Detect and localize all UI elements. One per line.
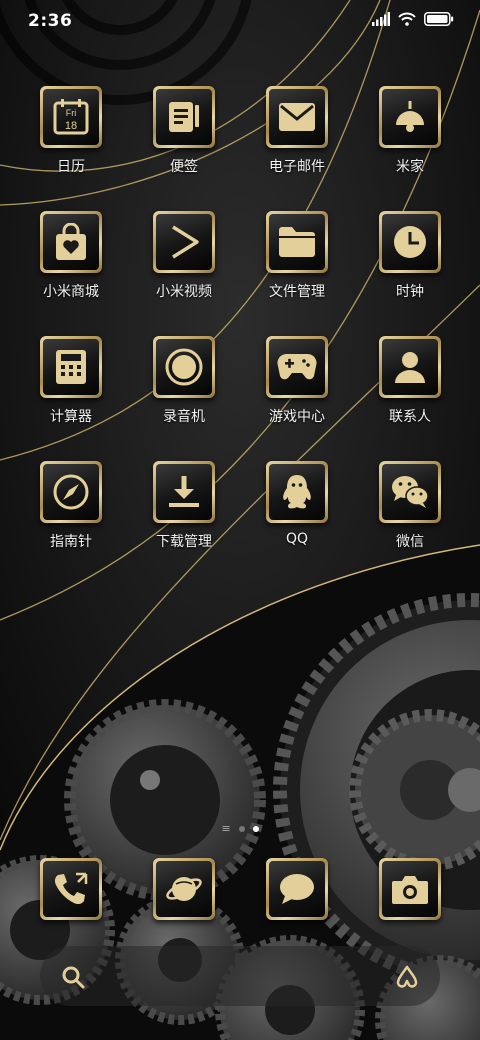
- status-time: 2:36: [28, 11, 73, 31]
- record-icon: [165, 348, 203, 386]
- app-mi-store[interactable]: 小米商城: [21, 211, 121, 301]
- calendar-icon: Fri 18: [53, 99, 89, 135]
- app-label: 下载管理: [156, 534, 212, 550]
- wifi-icon: [398, 12, 416, 26]
- signal-icon: [372, 12, 390, 26]
- app-label: 微信: [396, 534, 424, 550]
- app-label: 联系人: [389, 409, 431, 425]
- app-label: QQ: [285, 531, 309, 547]
- status-icons: [372, 12, 454, 26]
- dock-messages[interactable]: [247, 858, 347, 920]
- app-email[interactable]: 电子邮件: [247, 86, 347, 176]
- shopping-bag-icon: [56, 223, 86, 260]
- page-dot-2[interactable]: [252, 826, 259, 832]
- app-wechat[interactable]: 微信: [360, 461, 460, 551]
- app-compass[interactable]: 指南针: [21, 461, 121, 551]
- app-downloads[interactable]: 下载管理: [134, 461, 234, 551]
- app-label: 计算器: [50, 409, 92, 425]
- gamepad-icon: [277, 354, 317, 380]
- app-qq[interactable]: QQ: [247, 461, 347, 547]
- calendar-day: Fri: [66, 108, 77, 118]
- calculator-icon: [56, 350, 86, 384]
- notes-icon: [169, 102, 199, 132]
- app-label: 小米视频: [156, 284, 212, 300]
- clock-icon: [394, 226, 426, 258]
- app-label: 游戏中心: [269, 409, 325, 425]
- app-clock[interactable]: 时钟: [360, 211, 460, 301]
- chat-bubble-icon: [280, 874, 314, 904]
- app-label: 文件管理: [269, 284, 325, 300]
- app-notes[interactable]: 便签: [134, 86, 234, 176]
- dock-browser[interactable]: [134, 858, 234, 920]
- app-file-manager[interactable]: 文件管理: [247, 211, 347, 301]
- app-label: 日历: [57, 159, 85, 175]
- app-game-center[interactable]: 游戏中心: [247, 336, 347, 426]
- assistant-icon[interactable]: [394, 964, 420, 990]
- home-screen: 2:36 Fri 18 日历 便签 电子邮件 米家 小米商城 小米视频 文件管理…: [0, 0, 480, 1040]
- app-label: 小米商城: [43, 284, 99, 300]
- search-bar[interactable]: [40, 946, 440, 1006]
- dock-camera[interactable]: [360, 858, 460, 920]
- page-indicator[interactable]: ≡: [0, 823, 480, 834]
- download-icon: [169, 476, 199, 507]
- page-dot-1[interactable]: [238, 826, 245, 832]
- search-icon[interactable]: [60, 964, 86, 990]
- page-menu-icon[interactable]: ≡: [221, 823, 230, 834]
- calendar-date: 18: [65, 120, 77, 132]
- camera-icon: [392, 876, 428, 904]
- phone-icon: [54, 872, 88, 905]
- status-bar: 2:36: [0, 0, 480, 44]
- app-label: 便签: [170, 159, 198, 175]
- penguin-icon: [283, 475, 311, 509]
- app-mijia[interactable]: 米家: [360, 86, 460, 176]
- wechat-icon: [392, 476, 429, 508]
- app-label: 录音机: [163, 409, 205, 425]
- folder-icon: [279, 227, 315, 257]
- planet-icon: [166, 877, 202, 901]
- app-contacts[interactable]: 联系人: [360, 336, 460, 426]
- app-calculator[interactable]: 计算器: [21, 336, 121, 426]
- app-label: 电子邮件: [269, 159, 325, 175]
- app-calendar[interactable]: Fri 18 日历: [21, 86, 121, 176]
- app-recorder[interactable]: 录音机: [134, 336, 234, 426]
- person-icon: [395, 352, 425, 383]
- app-label: 指南针: [50, 534, 92, 550]
- compass-icon: [53, 474, 89, 510]
- dock-phone[interactable]: [21, 858, 121, 920]
- lamp-icon: [396, 101, 424, 132]
- mail-icon: [279, 103, 315, 131]
- app-mi-video[interactable]: 小米视频: [134, 211, 234, 301]
- app-label: 米家: [396, 159, 424, 175]
- battery-icon: [424, 12, 454, 26]
- play-icon: [172, 225, 199, 259]
- app-label: 时钟: [396, 284, 424, 300]
